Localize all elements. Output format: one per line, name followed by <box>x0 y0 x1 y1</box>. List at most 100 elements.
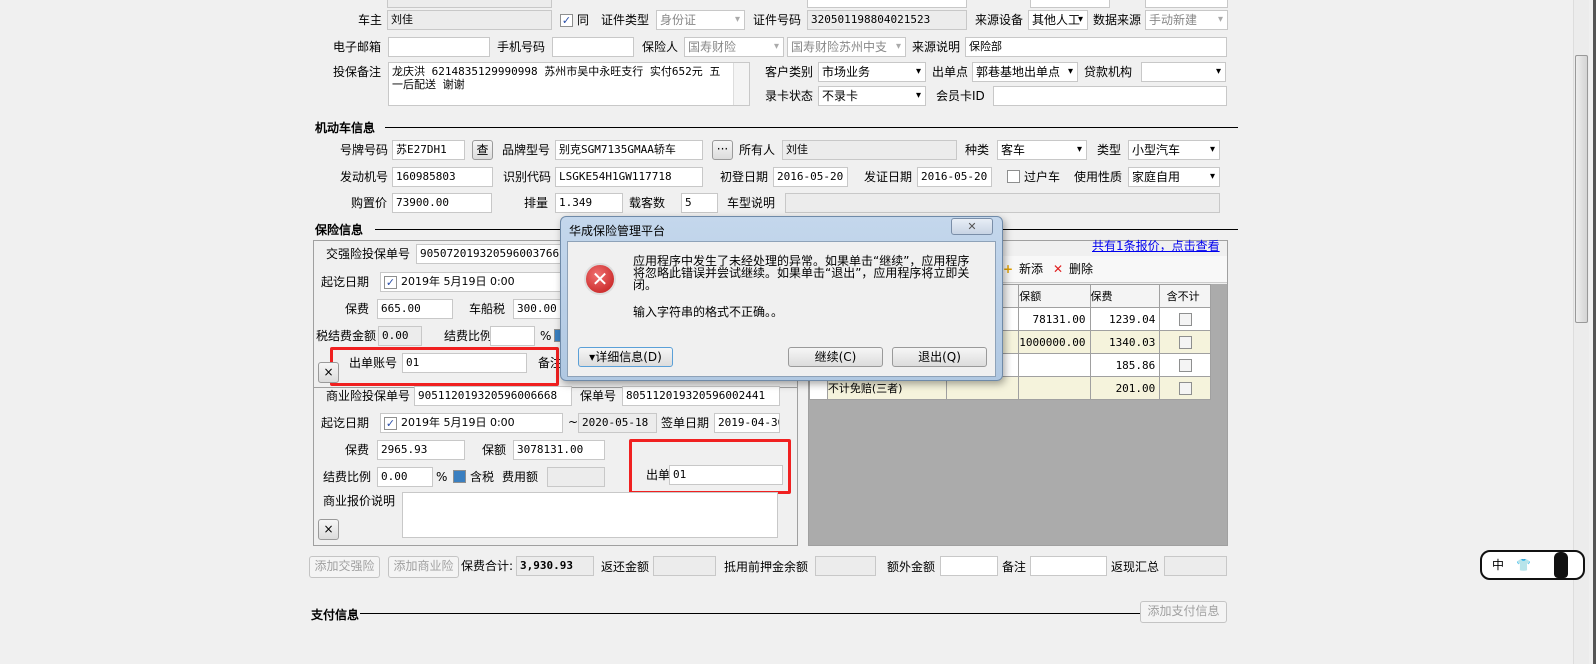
add-payment-button[interactable]: 添加支付信息 <box>1140 601 1227 623</box>
commercial-premium-field[interactable]: 2965.93 <box>377 440 465 460</box>
refund-field[interactable] <box>653 556 716 576</box>
customer-type-select[interactable]: 市场业务 <box>818 62 926 82</box>
holder-field[interactable]: 刘佳 <box>782 140 957 160</box>
card-status-select[interactable]: 不录卡 <box>818 86 926 106</box>
same-checkbox[interactable]: ✓ <box>560 14 573 27</box>
tax-settle-field[interactable]: 0.00 <box>378 326 422 346</box>
risk-premium: 201.00 <box>1089 376 1161 400</box>
id-no-field[interactable]: 320501198804021523 <box>807 10 967 30</box>
transfer-checkbox[interactable] <box>1007 170 1020 183</box>
displacement-label: 排量 <box>524 196 549 210</box>
commercial-ratio-field[interactable]: 0.00 <box>377 467 433 487</box>
delete-compulsory-button[interactable]: × <box>318 362 339 383</box>
compulsory-date-picker[interactable]: 2019年 5月19日 0:00 <box>380 272 563 292</box>
risk-excl <box>1159 307 1211 331</box>
quote-link[interactable]: 共有1条报价，点击查看 <box>1092 236 1220 256</box>
fee-field[interactable] <box>547 467 605 487</box>
kind-select[interactable]: 客车 <box>997 140 1087 160</box>
clipped-field[interactable] <box>1030 0 1110 8</box>
add-risk-button[interactable]: 新添 <box>1019 259 1043 279</box>
end-date-field[interactable]: 2020-05-18 <box>578 413 657 433</box>
delete-commercial-button[interactable]: × <box>318 519 339 540</box>
vin-field[interactable]: LSGKE54H1GW117718 <box>555 167 703 187</box>
excl-checkbox[interactable] <box>1178 336 1192 349</box>
excl-checkbox[interactable] <box>1178 313 1192 326</box>
loan-org-select[interactable] <box>1141 62 1226 82</box>
commercial-proposal-field[interactable]: 905112019320596006668 <box>414 386 572 406</box>
refund-label: 返还金额 <box>601 560 650 574</box>
remark-scrollbar[interactable] <box>733 63 749 105</box>
quote-desc-textarea[interactable] <box>402 492 778 538</box>
model-desc-field[interactable] <box>785 193 1220 213</box>
member-card-field[interactable] <box>993 86 1227 106</box>
quit-button[interactable]: 退出(Q) <box>892 347 987 367</box>
commercial-date-picker[interactable]: 2019年 5月19日 0:00 <box>380 413 563 433</box>
reg-date-field[interactable]: 2016-05-20 <box>773 167 848 187</box>
plate-lookup-button[interactable]: 查 <box>472 140 493 160</box>
source-desc-field[interactable]: 保险部 <box>965 37 1227 57</box>
cert-date-field[interactable]: 2016-05-20 <box>917 167 992 187</box>
amount-field[interactable]: 3078131.00 <box>513 440 605 460</box>
skin-icon[interactable]: 👕 <box>1516 555 1531 575</box>
highlight-box <box>330 347 559 386</box>
insurer-branch-select[interactable]: 国寿财险苏州中支 <box>787 37 906 57</box>
email-label: 电子邮箱 <box>333 40 382 54</box>
deposit-label: 抵用前押金余额 <box>724 560 809 574</box>
commercial-date-checkbox[interactable]: ✓ <box>384 417 397 430</box>
add-commercial-button[interactable]: 添加商业险 <box>388 556 459 578</box>
compulsory-ratio-field[interactable] <box>490 326 535 346</box>
data-source-select[interactable]: 手动新建 <box>1145 10 1228 30</box>
brand-more-button[interactable]: ··· <box>712 140 733 160</box>
deposit-field[interactable] <box>815 556 876 576</box>
source-device-label: 来源设备 <box>975 13 1024 27</box>
dialog-close-button[interactable]: ✕ <box>951 218 993 235</box>
mobile-field[interactable] <box>552 37 634 57</box>
compulsory-date-checkbox[interactable]: ✓ <box>384 276 397 289</box>
clipped-field[interactable] <box>1145 0 1228 8</box>
vehicle-section-title: 机动车信息 <box>315 121 376 135</box>
premium-total-label: 保费合计: <box>461 559 514 573</box>
price-field[interactable]: 73900.00 <box>392 193 492 213</box>
plate-field[interactable]: 苏E27DH1 <box>392 140 465 160</box>
continue-button[interactable]: 继续(C) <box>788 347 883 367</box>
details-button[interactable]: ▾详细信息(D) <box>578 347 673 367</box>
policy-no-field[interactable]: 805112019320596002441 <box>622 386 780 406</box>
usage-select[interactable]: 家庭自用 <box>1128 167 1220 187</box>
email-field[interactable] <box>388 37 490 57</box>
extra-field[interactable] <box>940 556 998 576</box>
col-header[interactable]: 含不计 <box>1159 284 1211 308</box>
excl-checkbox[interactable] <box>1178 359 1192 372</box>
totals-note-field[interactable] <box>1030 556 1107 576</box>
policy-no-label: 保单号 <box>580 389 617 403</box>
risk-amount: 1000000.00 <box>1018 330 1091 354</box>
col-header[interactable]: 保额 <box>1018 284 1091 308</box>
ime-toolbar[interactable]: 中 👕 <box>1480 550 1585 580</box>
excl-checkbox[interactable] <box>1178 382 1192 395</box>
brand-field[interactable]: 别克SGM7135GMAA轿车 <box>555 140 703 160</box>
displacement-field[interactable]: 1.349 <box>555 193 623 213</box>
source-device-select[interactable]: 其他人工 <box>1028 10 1088 30</box>
tax-included-checkbox[interactable] <box>453 470 466 483</box>
ime-mode-label[interactable]: 中 <box>1492 555 1504 575</box>
compulsory-premium-field[interactable]: 665.00 <box>377 299 453 319</box>
id-type-select[interactable]: 身份证 <box>656 10 745 30</box>
owner-field[interactable]: 刘佳 <box>387 10 552 30</box>
add-compulsory-button[interactable]: 添加交强险 <box>309 556 380 578</box>
sign-date-field[interactable]: 2019-04-30 <box>714 413 780 433</box>
compulsory-ratio-label: 结费比例 <box>444 329 493 343</box>
vessel-tax-field[interactable]: 300.00 <box>513 299 563 319</box>
delete-risk-button[interactable]: 删除 <box>1069 259 1093 279</box>
insurer-select[interactable]: 国寿财险 <box>684 37 784 57</box>
seats-field[interactable]: 5 <box>681 193 718 213</box>
engine-field[interactable]: 160985803 <box>392 167 493 187</box>
col-header[interactable]: 保费 <box>1089 284 1161 308</box>
clipped-field[interactable] <box>387 0 552 8</box>
scrollbar-thumb[interactable] <box>1575 55 1588 323</box>
risk-excl <box>1159 376 1211 400</box>
brand-label: 品牌型号 <box>502 143 551 157</box>
clipped-field[interactable] <box>807 0 967 8</box>
issue-point-select[interactable]: 郭巷基地出单点 <box>972 62 1078 82</box>
remark-textarea[interactable]: 龙庆洪 6214835129990998 苏州市吴中永旺支行 实付652元 五一… <box>388 62 750 106</box>
type-select[interactable]: 小型汽车 <box>1128 140 1220 160</box>
cashback-field[interactable] <box>1164 556 1227 576</box>
